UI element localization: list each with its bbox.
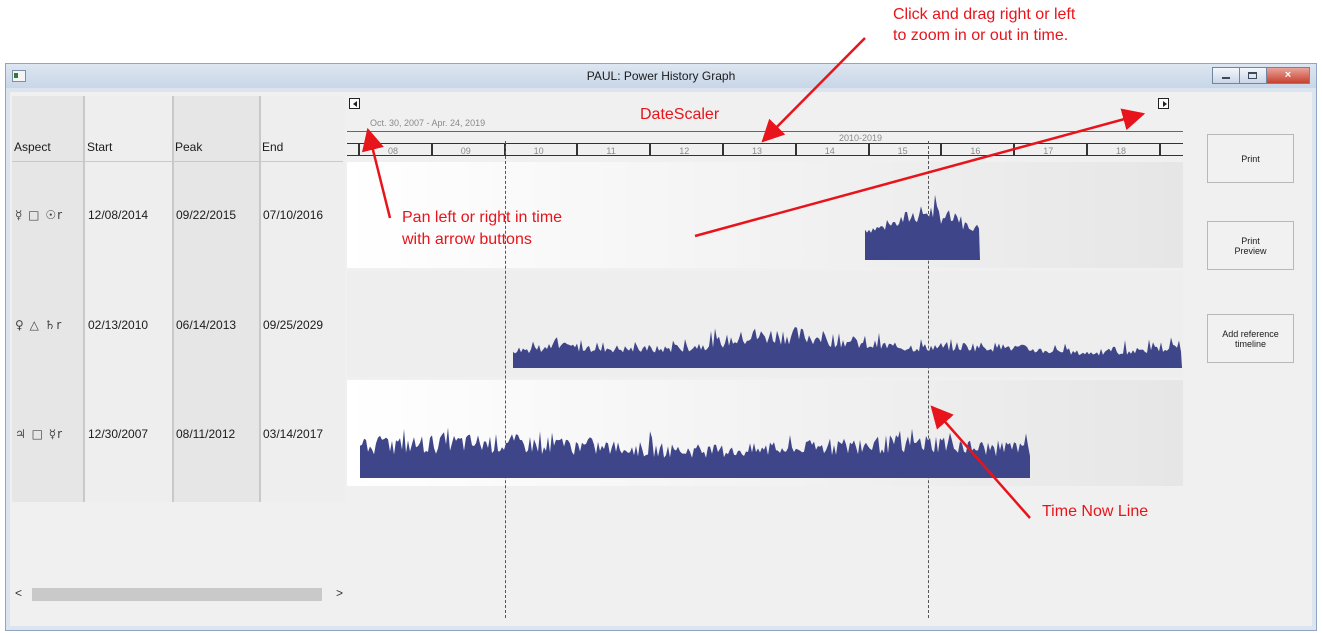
datescaler-annotation: DateScaler (640, 106, 720, 123)
zoom-arrow (761, 37, 866, 143)
pan-annotation: with arrow buttons (402, 231, 532, 248)
pan-annotation: Pan left or right in time (402, 209, 563, 226)
pan-right-arrow (694, 108, 1146, 238)
time-now-annotation: Time Now Line (1042, 503, 1149, 520)
zoom-annotation: to zoom in or out in time. (893, 27, 1069, 44)
annotation-arrows (361, 37, 1146, 519)
pan-left-arrow (361, 127, 392, 219)
zoom-annotation: Click and drag right or left (893, 6, 1076, 23)
time-now-arrow (930, 405, 1031, 519)
